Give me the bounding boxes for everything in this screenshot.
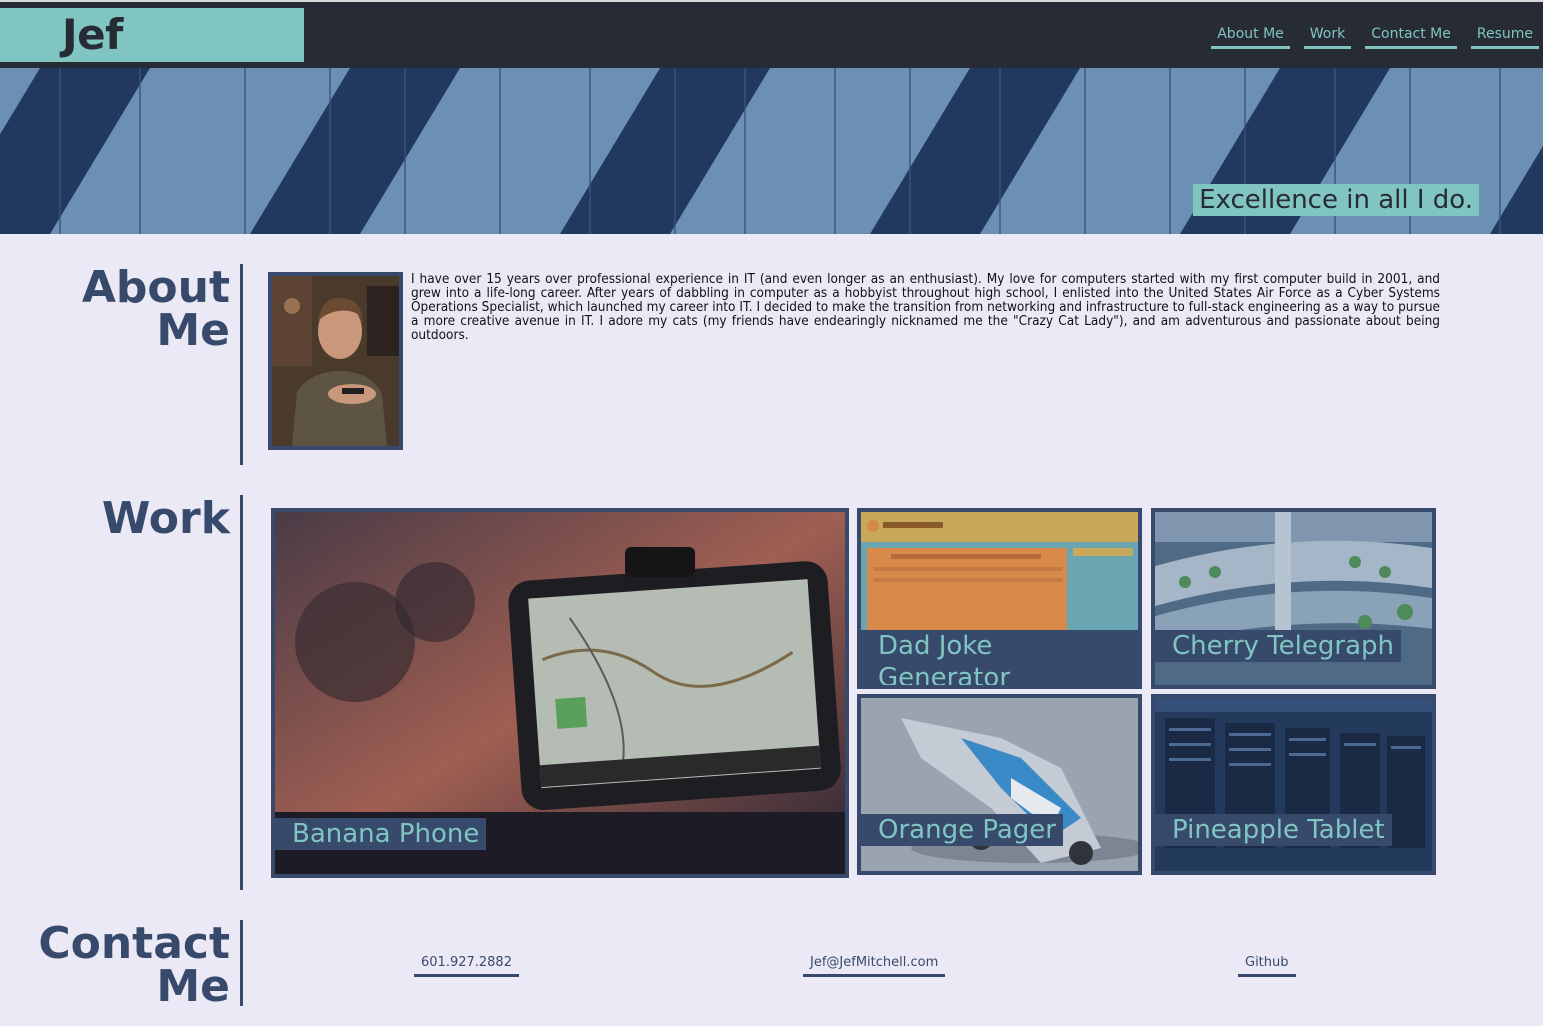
project-tile-pineapple-tablet[interactable]: Pineapple Tablet xyxy=(1151,694,1436,875)
project-label-dad-joke-generator: Dad Joke Generator xyxy=(861,630,1138,685)
contact-github-link[interactable]: Github xyxy=(1238,955,1296,977)
project-label-orange-pager: Orange Pager xyxy=(861,814,1063,846)
nav-work[interactable]: Work xyxy=(1303,26,1352,49)
about-description: I have over 15 years over professional e… xyxy=(411,271,1440,343)
contact-section-title: Contact Me xyxy=(0,920,243,1009)
contact-email-link[interactable]: Jef@JefMitchell.com xyxy=(803,955,946,977)
nav-resume[interactable]: Resume xyxy=(1470,26,1539,49)
profile-photo xyxy=(268,272,403,450)
contact-phone-link[interactable]: 601.927.2882 xyxy=(414,955,519,977)
project-label-cherry-telegraph: Cherry Telegraph xyxy=(1155,630,1401,662)
work-section-title: Work xyxy=(0,495,243,890)
person-portrait-icon xyxy=(272,276,399,446)
project-label-banana-phone: Banana Phone xyxy=(275,818,487,850)
site-header: Jef Mitchell About Me Work Contact Me Re… xyxy=(0,0,1543,113)
project-label-pineapple-tablet: Pineapple Tablet xyxy=(1155,814,1392,846)
hero-tagline: Excellence in all I do. xyxy=(1193,184,1479,216)
project-tile-orange-pager[interactable]: Orange Pager xyxy=(857,694,1142,875)
nav-about-me[interactable]: About Me xyxy=(1211,26,1290,49)
nav-contact-me[interactable]: Contact Me xyxy=(1365,26,1457,49)
site-brand[interactable]: Jef Mitchell xyxy=(0,8,304,113)
project-tile-banana-phone[interactable]: Banana Phone xyxy=(271,508,849,878)
main-nav: About Me Work Contact Me Resume xyxy=(1211,26,1539,49)
hero-banner: Excellence in all I do. xyxy=(0,68,1543,234)
about-section-title: About Me xyxy=(0,264,243,465)
project-tile-dad-joke-generator[interactable]: Dad Joke Generator xyxy=(857,508,1142,689)
project-tile-cherry-telegraph[interactable]: Cherry Telegraph xyxy=(1151,508,1436,689)
